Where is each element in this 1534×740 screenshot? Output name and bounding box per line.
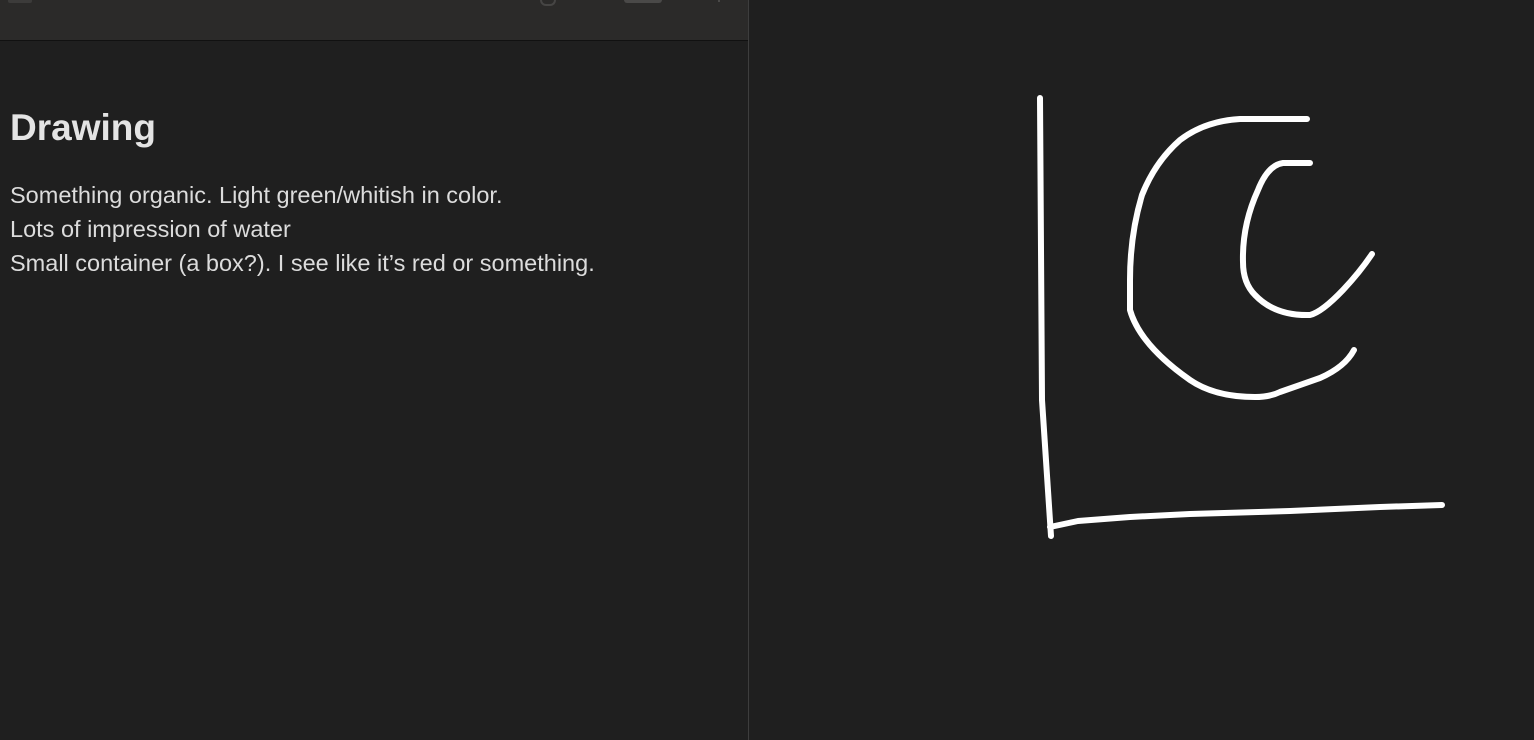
- vertical-line-stroke: [1037, 95, 1054, 539]
- inner-arc-stroke: [1239, 160, 1375, 319]
- app-window: Drawing Something organic. Light green/w…: [0, 0, 1534, 740]
- note-line[interactable]: Lots of impression of water: [10, 212, 730, 246]
- horizontal-line-stroke: [1047, 502, 1445, 530]
- table-icon[interactable]: [624, 0, 662, 3]
- sketch: [1037, 95, 1445, 539]
- note-title[interactable]: Drawing: [10, 104, 730, 152]
- sidebar-toggle-icon[interactable]: [8, 0, 32, 3]
- more-icon[interactable]: [718, 0, 720, 2]
- drawing-canvas[interactable]: [749, 0, 1534, 740]
- note-pane: Drawing Something organic. Light green/w…: [0, 0, 748, 740]
- note-toolbar: [0, 0, 748, 41]
- note-line[interactable]: Something organic. Light green/whitish i…: [10, 178, 730, 212]
- attachment-icon[interactable]: [540, 0, 556, 6]
- note-body[interactable]: Drawing Something organic. Light green/w…: [10, 104, 730, 280]
- note-line[interactable]: Small container (a box?). I see like it’…: [10, 246, 730, 280]
